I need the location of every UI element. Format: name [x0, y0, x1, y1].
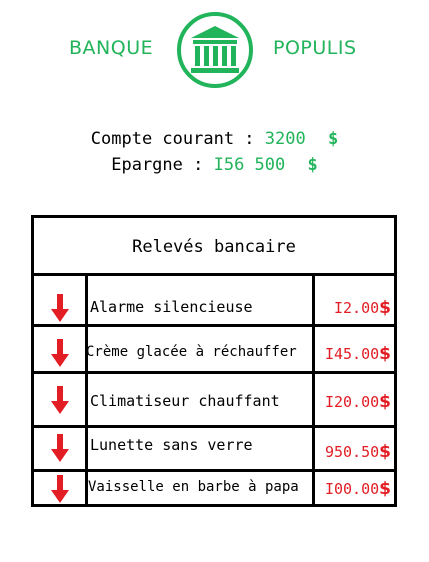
arrow-down-icon: [51, 294, 69, 322]
row-divider: [34, 425, 394, 428]
row-amount: I20.00$: [324, 392, 391, 412]
checking-currency: $: [327, 129, 339, 149]
savings-currency: $: [307, 155, 318, 175]
row-amount: 950.50$: [324, 442, 391, 462]
row-label: Vaisselle en barbe à papa: [88, 479, 299, 495]
row-label: Climatiseur chauffant: [90, 392, 280, 410]
row-amount: I2.00$: [334, 298, 391, 318]
row-label: Alarme silencieuse: [90, 298, 253, 316]
bank-building-icon: [177, 12, 253, 88]
arrow-down-icon: [51, 475, 69, 503]
brand-name-left: BANQUE: [69, 37, 154, 59]
brand-name-right: POPULIS: [273, 37, 357, 59]
balances-summary: Compte courant : 3200 $ Epargne : I56 50…: [0, 126, 429, 178]
statement-title: Relevés bancaire: [34, 218, 394, 276]
arrow-down-icon: [51, 386, 69, 414]
checking-amount: 3200: [264, 129, 306, 149]
row-amount: I45.00$: [324, 344, 391, 364]
savings-label: Epargne :: [111, 155, 204, 175]
checking-label: Compte courant :: [90, 129, 255, 149]
row-label: Crème glacée à réchauffer: [86, 344, 297, 360]
header: BANQUE POPULIS: [0, 0, 429, 100]
savings-balance: Epargne : I56 500 $: [0, 152, 429, 178]
statement-table: Relevés bancaire Alarme silencieuse I2.0…: [31, 215, 397, 507]
row-divider: [34, 371, 394, 374]
row-amount: I00.00$: [324, 479, 391, 499]
row-label: Lunette sans verre: [90, 436, 253, 454]
arrow-down-icon: [51, 434, 69, 462]
row-divider: [34, 324, 394, 327]
checking-balance: Compte courant : 3200 $: [0, 126, 429, 152]
row-divider: [34, 469, 394, 472]
savings-amount: I56 500: [213, 155, 286, 175]
arrow-down-icon: [51, 339, 69, 367]
